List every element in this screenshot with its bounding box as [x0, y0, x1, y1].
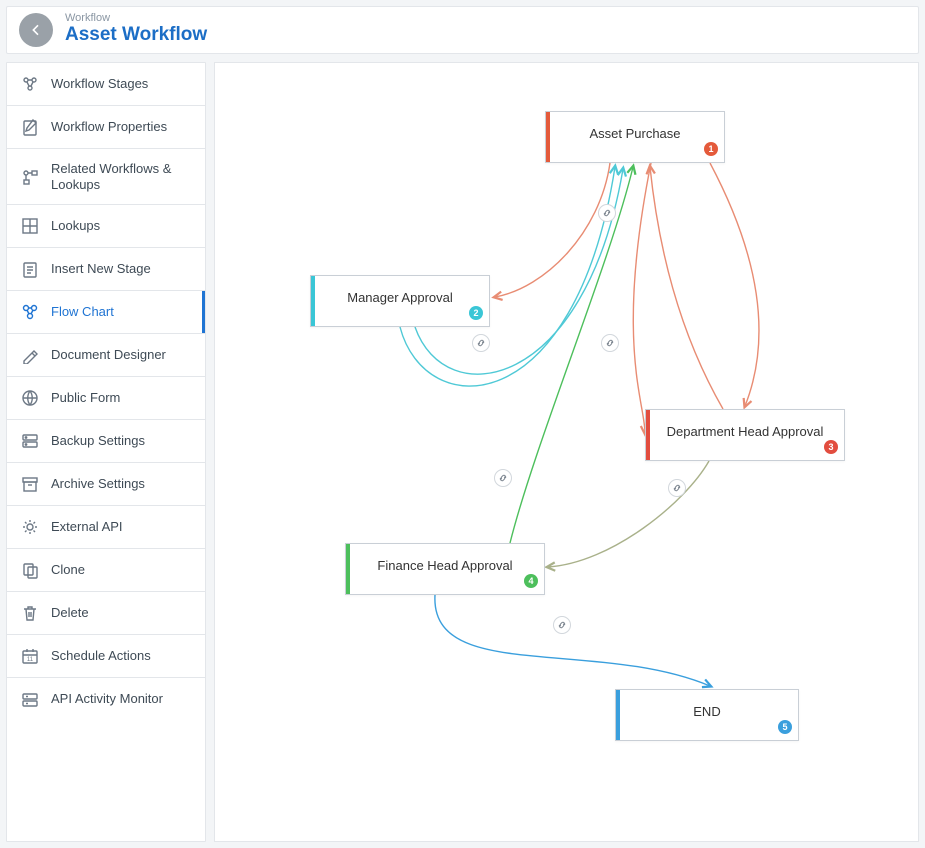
link-icon[interactable] — [668, 479, 686, 497]
designer-icon — [21, 346, 39, 364]
api-icon — [21, 518, 39, 536]
sidebar-item-archive[interactable]: Archive Settings — [7, 463, 205, 506]
sidebar-item-publicform[interactable]: Public Form — [7, 377, 205, 420]
sidebar-item-schedule[interactable]: Schedule Actions — [7, 635, 205, 678]
flow-node-n5[interactable]: END 5 — [615, 689, 799, 741]
sidebar-item-label: Insert New Stage — [51, 261, 191, 277]
sidebar-item-backup[interactable]: Backup Settings — [7, 420, 205, 463]
flow-node-n3[interactable]: Department Head Approval3 — [645, 409, 845, 461]
node-label: Department Head Approval — [667, 424, 824, 439]
flow-node-n4[interactable]: Finance Head Approval 4 — [345, 543, 545, 595]
link-icon[interactable] — [494, 469, 512, 487]
page-header: Workflow Asset Workflow — [6, 6, 919, 54]
node-number-badge: 2 — [469, 306, 483, 320]
link-icon[interactable] — [598, 204, 616, 222]
arrow-left-icon — [28, 22, 44, 38]
delete-icon — [21, 604, 39, 622]
node-label: Asset Purchase — [589, 126, 680, 141]
link-icon[interactable] — [553, 616, 571, 634]
sidebar-item-label: Schedule Actions — [51, 648, 191, 664]
back-button[interactable] — [19, 13, 53, 47]
sidebar-item-flowchart[interactable]: Flow Chart — [7, 291, 205, 334]
flowchart-icon — [21, 303, 39, 321]
header-text: Workflow Asset Workflow — [65, 13, 207, 47]
node-color-bar — [646, 410, 650, 460]
insert-icon — [21, 260, 39, 278]
schedule-icon — [21, 647, 39, 665]
sidebar-item-label: Clone — [51, 562, 191, 578]
sidebar-item-label: Lookups — [51, 218, 191, 234]
sidebar-item-designer[interactable]: Document Designer — [7, 334, 205, 377]
app-root: Workflow Asset Workflow Workflow StagesW… — [0, 0, 925, 848]
stages-icon — [21, 75, 39, 93]
sidebar-item-label: Workflow Properties — [51, 119, 191, 135]
sidebar-item-clone[interactable]: Clone — [7, 549, 205, 592]
page-body: Workflow Stages Workflow Properties Relate… — [6, 62, 919, 842]
flow-edge — [510, 167, 633, 543]
node-color-bar — [616, 690, 620, 740]
flow-edge — [435, 595, 710, 686]
flow-edge — [710, 163, 759, 406]
node-number-badge: 5 — [778, 720, 792, 734]
sidebar: Workflow Stages Workflow Properties Relate… — [6, 62, 206, 842]
node-label: END — [693, 704, 720, 719]
sidebar-item-label: Backup Settings — [51, 433, 191, 449]
breadcrumb: Workflow — [65, 13, 207, 24]
sidebar-item-delete[interactable]: Delete — [7, 592, 205, 635]
sidebar-item-lookups[interactable]: Lookups — [7, 205, 205, 248]
sidebar-item-label: Delete — [51, 605, 191, 621]
sidebar-item-label: Workflow Stages — [51, 76, 191, 92]
backup-icon — [21, 432, 39, 450]
link-icon[interactable] — [601, 334, 619, 352]
sidebar-item-apimonitor[interactable]: API Activity Monitor — [7, 678, 205, 720]
link-icon[interactable] — [472, 334, 490, 352]
sidebar-item-api[interactable]: External API — [7, 506, 205, 549]
sidebar-item-label: API Activity Monitor — [51, 691, 191, 707]
sidebar-item-related[interactable]: Related Workflows & Lookups — [7, 149, 205, 205]
flow-node-n1[interactable]: Asset Purchase 1 — [545, 111, 725, 163]
sidebar-item-label: Flow Chart — [51, 304, 191, 320]
sidebar-item-stages[interactable]: Workflow Stages — [7, 63, 205, 106]
node-color-bar — [311, 276, 315, 326]
flow-node-n2[interactable]: Manager Approval 2 — [310, 275, 490, 327]
node-number-badge: 1 — [704, 142, 718, 156]
flow-edge — [548, 461, 709, 567]
node-number-badge: 4 — [524, 574, 538, 588]
page-title: Asset Workflow — [65, 24, 207, 47]
node-number-badge: 3 — [824, 440, 838, 454]
node-label: Manager Approval — [347, 290, 453, 305]
apimonitor-icon — [21, 690, 39, 708]
sidebar-item-label: Public Form — [51, 390, 191, 406]
node-color-bar — [546, 112, 550, 162]
related-icon — [21, 168, 39, 186]
sidebar-item-label: Document Designer — [51, 347, 191, 363]
node-label: Finance Head Approval — [377, 558, 512, 573]
sidebar-item-label: Related Workflows & Lookups — [51, 161, 191, 192]
clone-icon — [21, 561, 39, 579]
flow-edge — [650, 167, 723, 409]
publicform-icon — [21, 389, 39, 407]
properties-icon — [21, 118, 39, 136]
sidebar-item-properties[interactable]: Workflow Properties — [7, 106, 205, 149]
flow-edge — [633, 163, 651, 433]
sidebar-item-label: External API — [51, 519, 191, 535]
sidebar-item-insert[interactable]: Insert New Stage — [7, 248, 205, 291]
sidebar-item-label: Archive Settings — [51, 476, 191, 492]
flowchart-canvas[interactable]: Asset Purchase 1 Manager Approval 2 Departme… — [214, 62, 919, 842]
flow-edge — [495, 163, 610, 297]
node-color-bar — [346, 544, 350, 594]
archive-icon — [21, 475, 39, 493]
flow-edge — [415, 169, 623, 374]
lookups-icon — [21, 217, 39, 235]
